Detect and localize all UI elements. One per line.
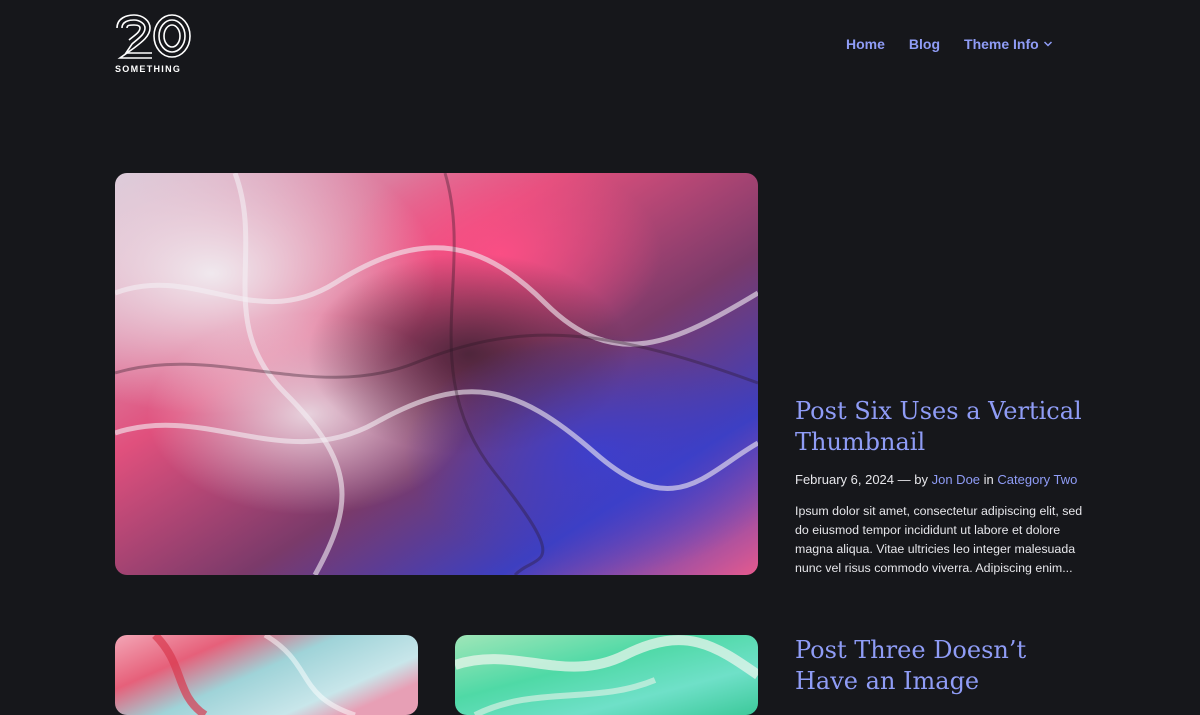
post-in-word: in — [983, 472, 994, 487]
nav-item-label: Home — [846, 36, 885, 52]
nav-item-label: Blog — [908, 36, 941, 52]
post-meta: February 6, 2024 — by Jon Doe in Categor… — [795, 472, 1077, 487]
main-navigation: Home Blog Theme Info — [846, 36, 1053, 52]
pink-teal-art-image — [115, 635, 418, 715]
chevron-down-icon — [1043, 41, 1052, 47]
post-thumbnail[interactable] — [115, 635, 418, 715]
logo-20-icon — [116, 14, 191, 59]
featured-post-title[interactable]: Post Six Uses a Vertical Thumbnail — [795, 396, 1095, 458]
post-thumbnail[interactable] — [455, 635, 758, 715]
post-by-prefix: — by — [897, 472, 928, 487]
logo-wordmark: SOMETHING — [115, 64, 182, 74]
post-excerpt: Ipsum dolor sit amet, consectetur adipis… — [795, 504, 1083, 575]
post-title[interactable]: Post Three Doesn’t Have an Image — [795, 635, 1095, 697]
author-link[interactable]: Jon Doe — [932, 472, 980, 487]
nav-item-home[interactable]: Home — [846, 36, 885, 52]
fluid-art-image — [115, 173, 758, 575]
post-date: February 6, 2024 — [795, 472, 895, 487]
featured-post-image[interactable] — [115, 173, 758, 575]
nav-item-blog[interactable]: Blog — [909, 36, 940, 52]
category-link[interactable]: Category Two — [997, 472, 1077, 487]
nav-item-label: Theme Info — [964, 36, 1039, 52]
site-logo[interactable]: SOMETHING — [114, 14, 192, 78]
green-art-image — [455, 635, 758, 715]
nav-item-theme-info[interactable]: Theme Info — [964, 36, 1053, 52]
